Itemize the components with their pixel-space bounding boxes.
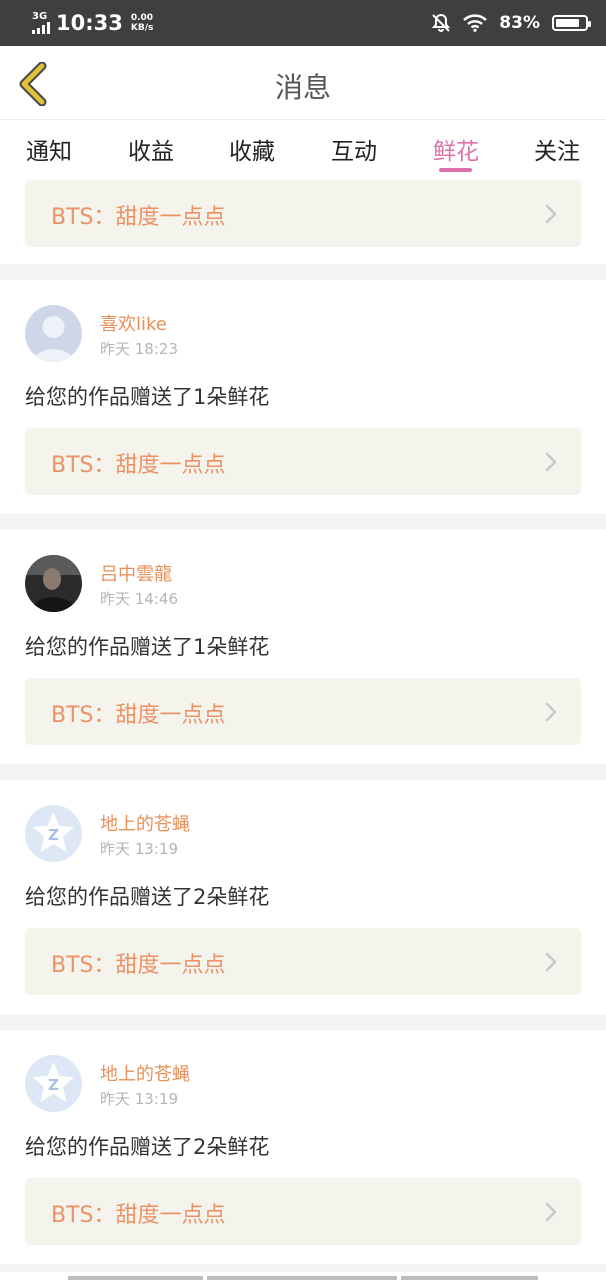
timestamp: 昨天 13:19 xyxy=(100,840,178,858)
bell-off-icon xyxy=(432,13,451,32)
username[interactable]: 地上的苍蝇 xyxy=(100,1060,190,1086)
username[interactable]: 吕中雲龍 xyxy=(100,560,172,586)
signal-icon: 3G xyxy=(32,12,50,34)
timestamp: 昨天 18:23 xyxy=(100,340,178,358)
work-title: BTS：甜度一点点 xyxy=(51,1203,226,1228)
active-tab-indicator xyxy=(439,168,472,172)
tab-bar: 通知 收益 收藏 互动 鲜花 关注 xyxy=(0,120,606,174)
message-text: 给您的作品赠送了1朵鲜花 xyxy=(25,635,270,659)
app-header: 消息 xyxy=(0,46,606,120)
work-title: BTS：甜度一点点 xyxy=(51,453,226,478)
nav-segment[interactable] xyxy=(401,1276,538,1280)
list-item: Z 地上的苍蝇 昨天 13:19 给您的作品赠送了2朵鲜花 BTS：甜度一点点 xyxy=(0,780,606,1014)
network-type: 3G xyxy=(32,11,48,22)
tab-notifications[interactable]: 通知 xyxy=(14,132,84,166)
work-link[interactable]: BTS：甜度一点点 xyxy=(25,180,581,247)
message-list[interactable]: BTS：甜度一点点 喜欢like 昨天 18:23 给您的作品赠送了1朵鲜花 B… xyxy=(0,174,606,1280)
speed-unit: KB/s xyxy=(130,23,154,33)
list-item: 吕中雲龍 昨天 14:46 给您的作品赠送了1朵鲜花 BTS：甜度一点点 xyxy=(0,530,606,764)
work-link[interactable]: BTS：甜度一点点 xyxy=(25,1178,581,1245)
nav-segment[interactable] xyxy=(68,1276,203,1280)
bottom-navigation-bar xyxy=(0,1272,606,1280)
avatar[interactable]: Z xyxy=(25,805,82,862)
tab-follows[interactable]: 关注 xyxy=(522,132,592,166)
work-link[interactable]: BTS：甜度一点点 xyxy=(25,678,581,745)
tab-interactions[interactable]: 互动 xyxy=(319,132,389,166)
username[interactable]: 喜欢like xyxy=(100,310,167,336)
chevron-right-icon xyxy=(545,952,557,972)
svg-text:Z: Z xyxy=(48,1076,59,1094)
avatar[interactable] xyxy=(25,305,82,362)
message-text: 给您的作品赠送了2朵鲜花 xyxy=(25,1135,270,1159)
svg-text:Z: Z xyxy=(48,826,59,844)
avatar[interactable] xyxy=(25,555,82,612)
battery-icon xyxy=(552,15,591,31)
network-speed: 0.00 KB/s xyxy=(131,13,153,33)
default-person-avatar-icon xyxy=(25,305,82,362)
tab-favorites[interactable]: 收藏 xyxy=(217,132,287,166)
work-title: BTS：甜度一点点 xyxy=(51,205,226,230)
timestamp: 昨天 13:19 xyxy=(100,1090,178,1108)
work-link[interactable]: BTS：甜度一点点 xyxy=(25,428,581,495)
work-link[interactable]: BTS：甜度一点点 xyxy=(25,928,581,995)
chevron-right-icon xyxy=(545,702,557,722)
timestamp: 昨天 14:46 xyxy=(100,590,178,608)
nav-segment[interactable] xyxy=(207,1276,397,1280)
list-item: 喜欢like 昨天 18:23 给您的作品赠送了1朵鲜花 BTS：甜度一点点 xyxy=(0,280,606,514)
avatar[interactable]: Z xyxy=(25,1055,82,1112)
photo-avatar-icon xyxy=(25,555,82,612)
battery-percent: 83% xyxy=(499,13,540,33)
page-title: 消息 xyxy=(274,71,331,104)
speed-value: 0.00 xyxy=(130,13,154,23)
star-badge-avatar-icon: Z xyxy=(25,805,82,862)
clock: 10:33 xyxy=(56,11,123,35)
message-text: 给您的作品赠送了2朵鲜花 xyxy=(25,885,270,909)
chevron-right-icon xyxy=(545,1202,557,1222)
tab-flowers[interactable]: 鲜花 xyxy=(421,132,491,166)
chevron-right-icon xyxy=(545,204,557,224)
work-title: BTS：甜度一点点 xyxy=(51,703,226,728)
chevron-right-icon xyxy=(545,452,557,472)
tab-earnings[interactable]: 收益 xyxy=(116,132,186,166)
message-text: 给您的作品赠送了1朵鲜花 xyxy=(25,385,270,409)
status-right: 83% xyxy=(431,13,591,33)
wifi-icon xyxy=(463,14,488,32)
star-badge-avatar-icon: Z xyxy=(25,1055,82,1112)
list-item: Z 地上的苍蝇 昨天 13:19 给您的作品赠送了2朵鲜花 BTS：甜度一点点 xyxy=(0,1030,606,1264)
status-left: 3G 10:33 0.00 KB/s xyxy=(32,11,153,35)
battery-level xyxy=(556,19,580,27)
work-title: BTS：甜度一点点 xyxy=(51,953,226,978)
status-bar: 3G 10:33 0.00 KB/s 83% xyxy=(0,0,606,46)
username[interactable]: 地上的苍蝇 xyxy=(100,810,190,836)
list-item: BTS：甜度一点点 xyxy=(0,174,606,264)
